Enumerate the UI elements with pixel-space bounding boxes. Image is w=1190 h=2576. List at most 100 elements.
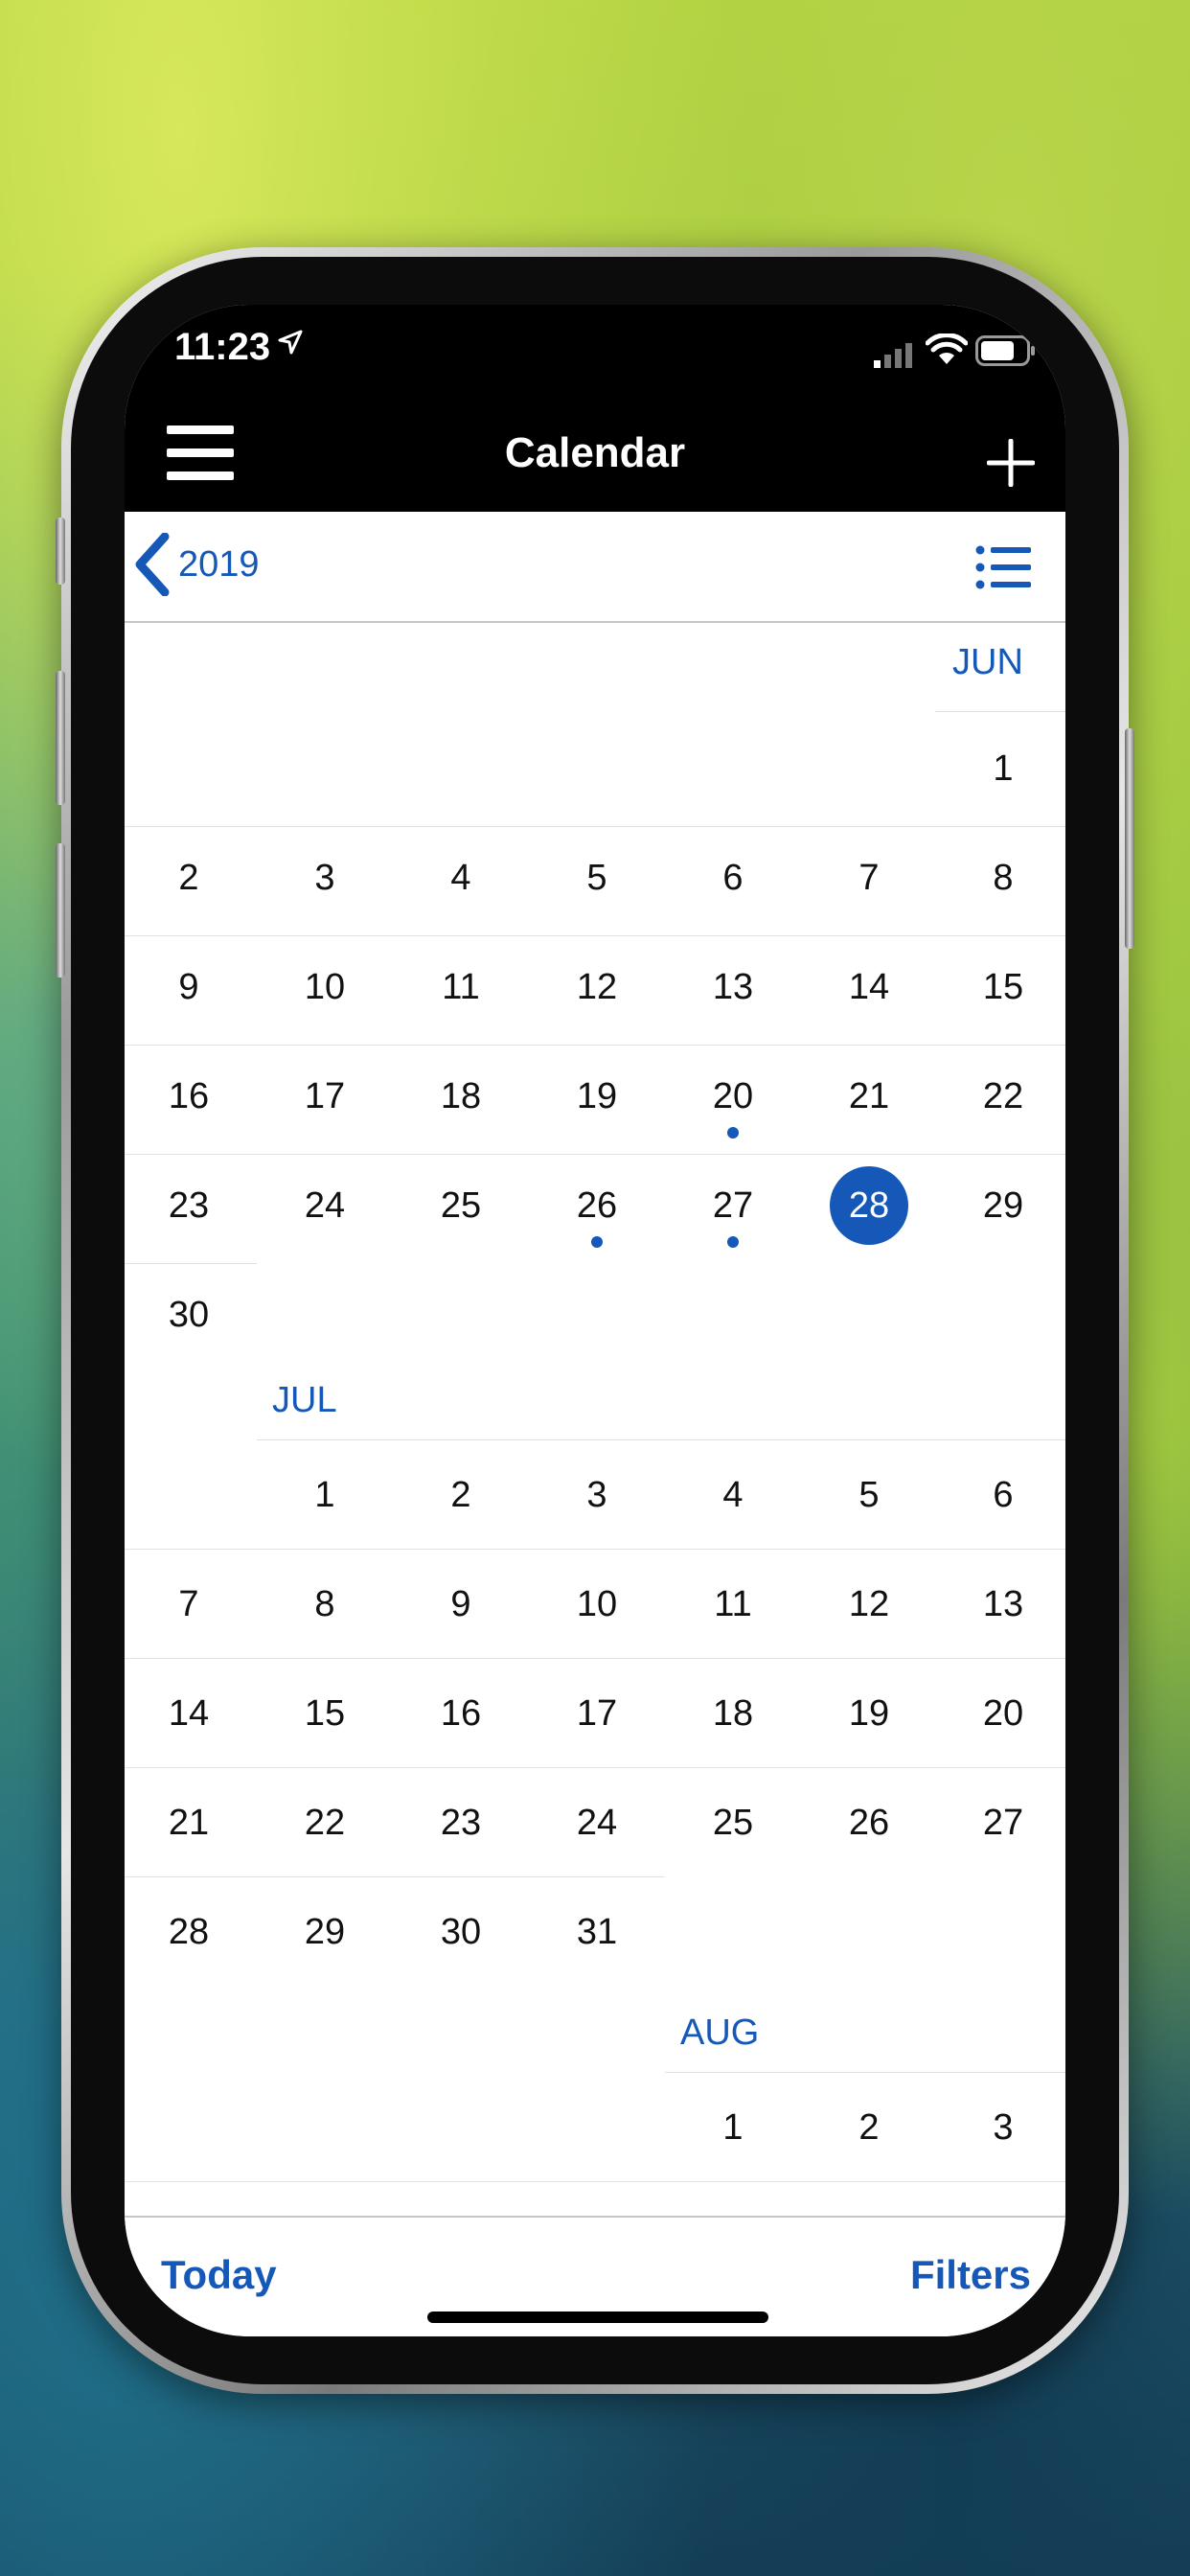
volume-up-button (56, 671, 65, 805)
day-cell[interactable]: 9 (394, 1576, 528, 1633)
divider (935, 711, 1065, 712)
day-cell[interactable]: 2 (802, 2099, 936, 2156)
day-cell[interactable]: 1 (936, 740, 1065, 797)
day-cell[interactable]: 2 (394, 1466, 528, 1524)
day-cell[interactable]: 4 (666, 1466, 800, 1524)
day-cell[interactable]: 23 (394, 1794, 528, 1852)
day-cell[interactable]: 11 (394, 958, 528, 1016)
home-indicator[interactable] (427, 2312, 768, 2323)
day-cell[interactable]: 28 (125, 1903, 256, 1961)
day-cell[interactable]: 21 (125, 1794, 256, 1852)
day-cell[interactable]: 14 (125, 1685, 256, 1742)
day-cell[interactable]: 13 (666, 958, 800, 1016)
day-cell[interactable]: 5 (802, 1466, 936, 1524)
day-cell[interactable]: 3 (258, 849, 392, 907)
today-button[interactable]: Today (161, 2252, 277, 2298)
day-cell[interactable]: 16 (394, 1685, 528, 1742)
event-indicator-dot (727, 1236, 739, 1248)
day-cell[interactable]: 16 (125, 1068, 256, 1125)
divider (125, 1549, 1065, 1550)
day-cell[interactable]: 20 (666, 1068, 800, 1125)
power-button (1125, 728, 1134, 949)
day-cell[interactable]: 8 (258, 1576, 392, 1633)
selected-day-cell[interactable]: 28 (802, 1177, 936, 1234)
day-cell[interactable]: 30 (394, 1903, 528, 1961)
day-cell[interactable]: 31 (530, 1903, 664, 1961)
day-cell[interactable]: 30 (125, 1286, 256, 1344)
divider (665, 2072, 1065, 2073)
list-view-icon[interactable] (975, 544, 1033, 590)
divider (257, 1439, 1065, 1440)
day-cell[interactable]: 3 (530, 1466, 664, 1524)
day-cell[interactable]: 19 (802, 1685, 936, 1742)
day-cell[interactable]: 19 (530, 1068, 664, 1125)
day-cell[interactable]: 3 (936, 2099, 1065, 2156)
day-cell[interactable]: 24 (258, 1177, 392, 1234)
day-cell[interactable]: 12 (802, 1576, 936, 1633)
month-label-jul: JUL (272, 1380, 337, 1420)
day-cell[interactable]: 10 (530, 1576, 664, 1633)
day-cell[interactable]: 5 (530, 849, 664, 907)
divider (125, 1658, 1065, 1659)
day-cell[interactable]: 1 (258, 1466, 392, 1524)
day-cell[interactable]: 26 (802, 1794, 936, 1852)
calendar-month-grid: JUN 1 2 3 4 5 6 7 8 9 10 11 12 13 14 15 … (125, 623, 1065, 2214)
day-cell[interactable]: 14 (802, 958, 936, 1016)
day-cell[interactable]: 12 (530, 958, 664, 1016)
day-cell[interactable]: 22 (258, 1794, 392, 1852)
day-cell[interactable]: 6 (936, 1466, 1065, 1524)
day-cell[interactable]: 23 (125, 1177, 256, 1234)
day-cell[interactable]: 8 (936, 849, 1065, 907)
day-cell[interactable]: 25 (394, 1177, 528, 1234)
cellular-signal-icon (874, 343, 912, 368)
status-bar: 11:23 (125, 305, 1065, 401)
day-cell[interactable]: 27 (936, 1794, 1065, 1852)
divider (125, 1154, 1065, 1155)
day-cell[interactable]: 29 (258, 1903, 392, 1961)
day-cell[interactable]: 7 (125, 1576, 256, 1633)
month-label-jun: JUN (952, 642, 1023, 682)
divider (125, 2181, 1065, 2182)
day-cell[interactable]: 25 (666, 1794, 800, 1852)
bottom-toolbar: Today Filters (125, 2216, 1065, 2336)
event-indicator-dot (727, 1127, 739, 1138)
divider (125, 935, 1065, 936)
day-cell[interactable]: 9 (125, 958, 256, 1016)
divider (125, 1045, 1065, 1046)
day-cell[interactable]: 21 (802, 1068, 936, 1125)
app-screen: 11:23 Calendar 2019 JUN 1 2 3 4 5 6 7 8 … (125, 305, 1065, 2336)
day-cell[interactable]: 2 (125, 849, 256, 907)
day-cell[interactable]: 24 (530, 1794, 664, 1852)
divider (125, 1767, 1065, 1768)
day-cell[interactable]: 29 (936, 1177, 1065, 1234)
day-cell[interactable]: 1 (666, 2099, 800, 2156)
page-title: Calendar (504, 429, 686, 476)
event-indicator-dot (591, 1236, 603, 1248)
day-cell[interactable]: 7 (802, 849, 936, 907)
add-event-icon[interactable] (987, 439, 1035, 487)
location-arrow-icon (278, 330, 303, 355)
day-cell[interactable]: 22 (936, 1068, 1065, 1125)
day-cell[interactable]: 18 (394, 1068, 528, 1125)
day-cell[interactable]: 27 (666, 1177, 800, 1234)
month-label-aug: AUG (680, 2012, 760, 2053)
day-cell[interactable]: 17 (530, 1685, 664, 1742)
day-cell[interactable]: 17 (258, 1068, 392, 1125)
day-cell[interactable]: 26 (530, 1177, 664, 1234)
day-cell[interactable]: 11 (666, 1576, 800, 1633)
status-time: 11:23 (174, 326, 271, 368)
filters-button[interactable]: Filters (910, 2252, 1031, 2298)
day-cell[interactable]: 13 (936, 1576, 1065, 1633)
day-cell[interactable]: 15 (258, 1685, 392, 1742)
day-cell[interactable]: 18 (666, 1685, 800, 1742)
day-cell[interactable]: 4 (394, 849, 528, 907)
day-cell[interactable]: 20 (936, 1685, 1065, 1742)
notch (335, 305, 853, 381)
day-cell[interactable]: 10 (258, 958, 392, 1016)
back-to-year-button[interactable]: 2019 (132, 531, 260, 598)
wifi-icon (926, 334, 968, 364)
year-navigation-bar: 2019 (125, 512, 1065, 623)
chevron-left-icon (135, 533, 170, 596)
day-cell[interactable]: 15 (936, 958, 1065, 1016)
day-cell[interactable]: 6 (666, 849, 800, 907)
